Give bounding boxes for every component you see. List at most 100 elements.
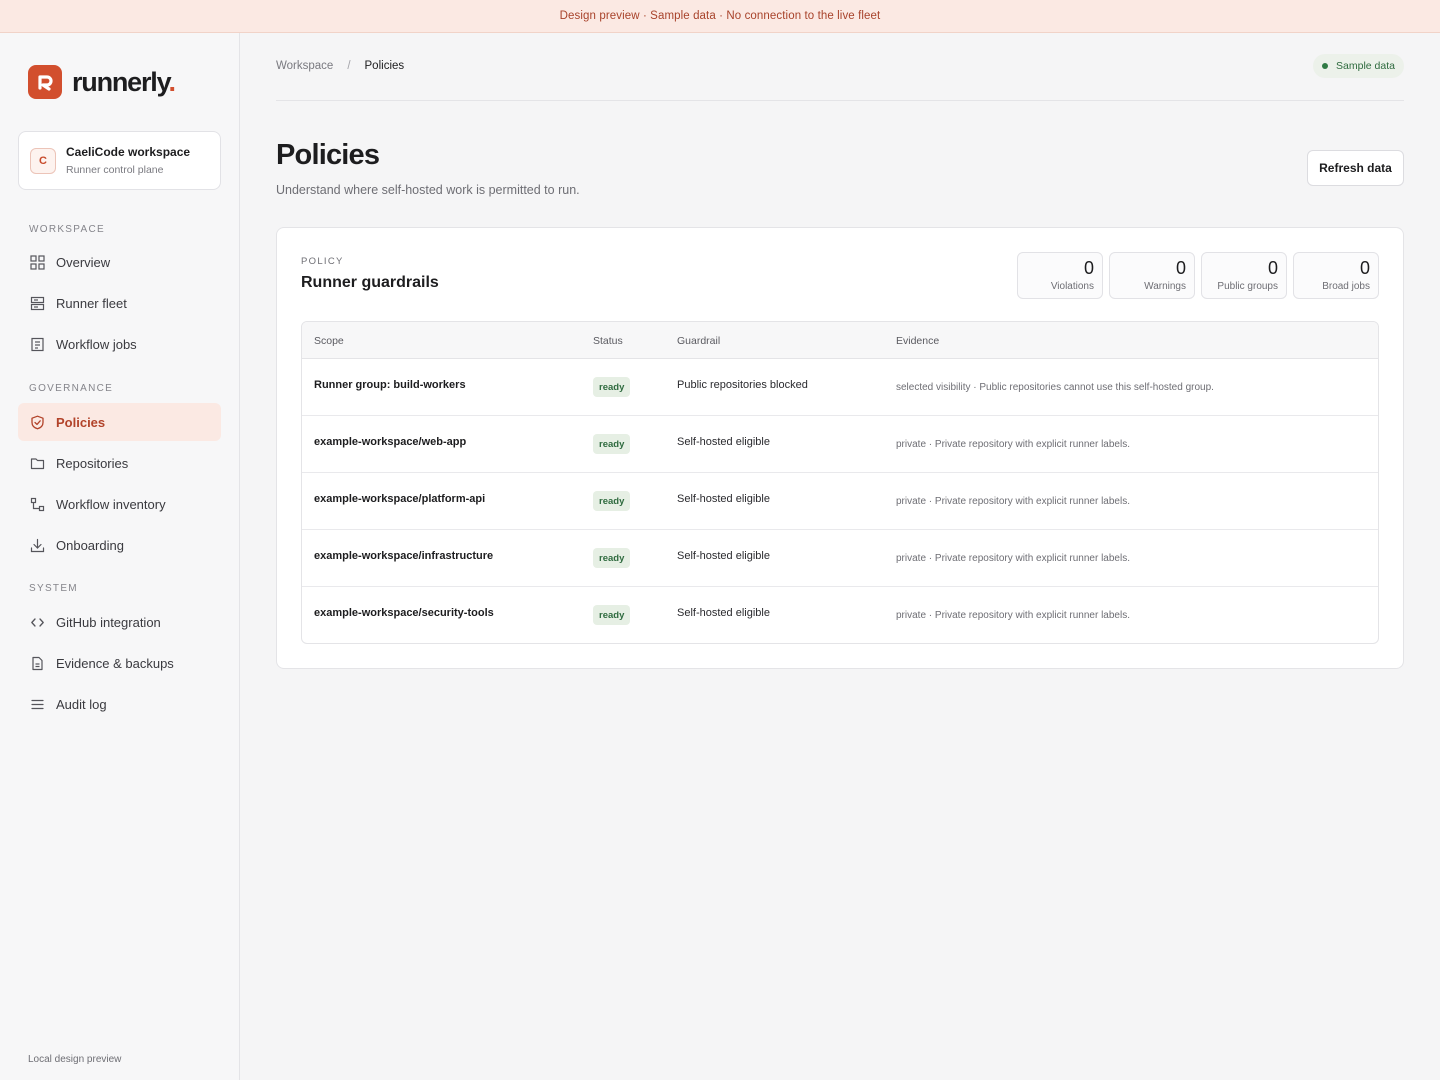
refresh-data-button[interactable]: Refresh data — [1307, 150, 1404, 186]
row-guardrail: Self-hosted eligible — [677, 493, 770, 505]
list-doc-icon — [29, 336, 45, 352]
brand-name: runnerly. — [72, 66, 176, 97]
sidebar-item-overview[interactable]: Overview — [18, 243, 221, 281]
sidebar-item-label: Repositories — [56, 455, 129, 471]
workspace-switcher[interactable]: C CaeliCode workspace Runner control pla… — [18, 131, 221, 190]
status-badge: ready — [593, 548, 631, 568]
sidebar-item-label: Workflow jobs — [56, 336, 137, 352]
table-row: example-workspace/web-app ready Self-hos… — [302, 416, 1378, 473]
row-guardrail: Public repositories blocked — [677, 379, 808, 391]
main-content: Workspace / Policies Sample data Policie… — [240, 33, 1440, 1080]
shield-check-icon — [29, 414, 45, 430]
sidebar-item-policies[interactable]: Policies — [18, 403, 221, 441]
nav-section-governance: GOVERNANCE — [29, 383, 114, 394]
status-badge: ready — [593, 491, 631, 511]
sample-data-badge: Sample data — [1313, 54, 1404, 78]
grid-icon — [29, 254, 45, 270]
status-badge: ready — [593, 377, 631, 397]
stat-value: 0 — [1267, 258, 1278, 278]
card-title: Runner guardrails — [301, 274, 439, 291]
sidebar-item-workflow-inventory[interactable]: Workflow inventory — [18, 485, 221, 523]
stat-label: Violations — [1050, 281, 1094, 292]
row-scope: example-workspace/web-app — [314, 436, 467, 448]
page-subtitle: Understand where self-hosted work is per… — [276, 183, 580, 197]
sidebar-item-label: Workflow inventory — [56, 496, 166, 512]
row-guardrail: Self-hosted eligible — [677, 607, 770, 619]
nav-section-system: SYSTEM — [29, 583, 78, 594]
status-badge: ready — [593, 605, 631, 625]
sidebar-item-label: Audit log — [56, 696, 107, 712]
guardrails-table: Scope Status Guardrail Evidence Runner g… — [301, 321, 1379, 644]
table-header: Scope Status Guardrail Evidence — [302, 322, 1378, 359]
sidebar-item-onboarding[interactable]: Onboarding — [18, 526, 221, 564]
sidebar-item-evidence-backups[interactable]: Evidence & backups — [18, 644, 221, 682]
sidebar-footer: Local design preview — [28, 1054, 122, 1065]
header-divider — [276, 100, 1404, 101]
workspace-name: CaeliCode workspace — [66, 145, 191, 159]
page-title: Policies — [276, 139, 380, 171]
breadcrumb-separator: / — [347, 60, 351, 72]
sample-data-label: Sample data — [1336, 60, 1395, 72]
row-scope: example-workspace/security-tools — [314, 607, 494, 619]
runner-guardrails-card: POLICY Runner guardrails 0 Violations 0 … — [276, 227, 1404, 669]
download-icon — [29, 537, 45, 553]
sidebar-item-audit-log[interactable]: Audit log — [18, 685, 221, 723]
folder-icon — [29, 455, 45, 471]
column-header-scope: Scope — [314, 335, 344, 347]
table-row: Runner group: build-workers ready Public… — [302, 359, 1378, 416]
sidebar-item-repositories[interactable]: Repositories — [18, 444, 221, 482]
workspace-subtitle: Runner control plane — [66, 164, 164, 176]
preview-banner: Design preview · Sample data · No connec… — [0, 0, 1440, 33]
column-header-guardrail: Guardrail — [677, 335, 721, 347]
stat-warnings: 0 Warnings — [1109, 252, 1195, 299]
brand-logo[interactable]: runnerly. — [28, 65, 176, 99]
stat-value: 0 — [1083, 258, 1094, 278]
sidebar-item-github-integration[interactable]: GitHub integration — [18, 603, 221, 641]
stat-label: Broad jobs — [1322, 281, 1370, 292]
sidebar-item-label: GitHub integration — [56, 614, 161, 630]
column-header-evidence: Evidence — [896, 335, 940, 347]
row-evidence: selected visibility · Public repositorie… — [896, 382, 1214, 393]
row-evidence: private · Private repository with explic… — [896, 496, 1130, 507]
column-header-status: Status — [593, 335, 623, 347]
nav-section-workspace: WORKSPACE — [29, 224, 105, 235]
breadcrumb-parent[interactable]: Workspace — [276, 60, 333, 72]
row-guardrail: Self-hosted eligible — [677, 550, 770, 562]
preview-banner-text: Design preview · Sample data · No connec… — [559, 10, 881, 22]
table-row: example-workspace/infrastructure ready S… — [302, 530, 1378, 587]
sidebar-item-workflow-jobs[interactable]: Workflow jobs — [18, 325, 221, 363]
sidebar-item-label: Runner fleet — [56, 295, 127, 311]
sidebar-item-runner-fleet[interactable]: Runner fleet — [18, 284, 221, 322]
workspace-avatar: C — [30, 147, 56, 174]
table-row: example-workspace/platform-api ready Sel… — [302, 473, 1378, 530]
server-icon — [29, 295, 45, 311]
row-evidence: private · Private repository with explic… — [896, 553, 1130, 564]
row-evidence: private · Private repository with explic… — [896, 610, 1130, 621]
status-badge: ready — [593, 434, 631, 454]
stat-value: 0 — [1175, 258, 1186, 278]
row-scope: example-workspace/infrastructure — [314, 550, 494, 562]
logo-mark-icon — [28, 65, 62, 99]
code-icon — [29, 614, 45, 630]
stat-label: Public groups — [1217, 281, 1278, 292]
status-dot-icon — [1322, 63, 1329, 69]
stat-violations: 0 Violations — [1017, 252, 1103, 299]
row-scope: Runner group: build-workers — [314, 379, 466, 391]
stat-value: 0 — [1359, 258, 1370, 278]
stat-broad-jobs: 0 Broad jobs — [1293, 252, 1379, 299]
menu-lines-icon — [29, 696, 45, 712]
stat-public-groups: 0 Public groups — [1201, 252, 1287, 299]
row-guardrail: Self-hosted eligible — [677, 436, 770, 448]
row-scope: example-workspace/platform-api — [314, 493, 486, 505]
stat-label: Warnings — [1144, 281, 1186, 292]
document-icon — [29, 655, 45, 671]
table-row: example-workspace/security-tools ready S… — [302, 587, 1378, 643]
sidebar-item-label: Policies — [56, 414, 106, 430]
sidebar-item-label: Evidence & backups — [56, 655, 174, 671]
sidebar-item-label: Onboarding — [56, 537, 124, 553]
workflow-icon — [29, 496, 45, 512]
row-evidence: private · Private repository with explic… — [896, 439, 1130, 450]
card-eyebrow: POLICY — [301, 256, 344, 267]
breadcrumb-current: Policies — [364, 60, 405, 72]
breadcrumb: Workspace / Policies — [276, 60, 404, 72]
